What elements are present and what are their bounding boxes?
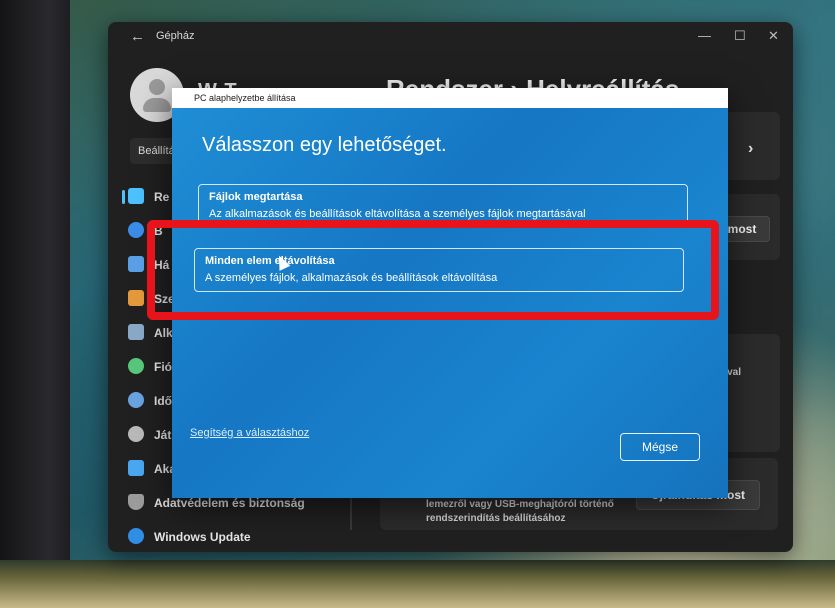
avatar-body-shape xyxy=(143,98,171,112)
sidebar-item-label: Idő xyxy=(154,394,172,408)
dialog-heading: Válasszon egy lehetőséget. xyxy=(202,134,447,156)
dialog-titlebar: PC alaphelyzetbe állítása xyxy=(172,88,728,108)
gaming-icon xyxy=(128,426,144,442)
option-description: Az alkalmazások és beállítások eltávolít… xyxy=(209,208,586,220)
time-language-icon xyxy=(128,392,144,408)
avatar-head-shape xyxy=(149,79,165,95)
windows-update-icon xyxy=(128,528,144,544)
bluetooth-icon xyxy=(128,222,144,238)
minimize-icon[interactable]: — xyxy=(698,28,711,43)
settings-titlebar: ← Gépház — ☐ ✕ xyxy=(108,22,793,54)
network-icon xyxy=(128,256,144,272)
sidebar-item-label: Ját xyxy=(154,428,172,442)
accessibility-icon xyxy=(128,460,144,476)
privacy-shield-icon xyxy=(128,494,144,510)
active-indicator xyxy=(122,190,125,204)
sidebar-item-windows-update[interactable]: Windows Update xyxy=(122,520,342,552)
app-title: Gépház xyxy=(156,30,195,42)
cancel-button[interactable]: Mégse xyxy=(620,433,700,461)
red-highlight-box xyxy=(147,220,719,320)
personalization-icon xyxy=(128,290,144,306)
desk-surface xyxy=(0,560,835,608)
option-title: Fájlok megtartása xyxy=(209,191,303,203)
monitor-bezel xyxy=(0,0,70,608)
accounts-icon xyxy=(128,358,144,374)
apps-icon xyxy=(128,324,144,340)
dialog-title: PC alaphelyzetbe állítása xyxy=(194,93,296,103)
back-arrow-icon[interactable]: ← xyxy=(130,28,145,45)
system-icon xyxy=(128,188,144,204)
sidebar-item-label: Alk xyxy=(154,326,173,340)
help-link[interactable]: Segítség a választáshoz xyxy=(190,427,309,439)
close-icon[interactable]: ✕ xyxy=(768,28,779,44)
sidebar-item-label: Fió xyxy=(154,360,172,374)
sidebar-item-label: Adatvédelem és biztonság xyxy=(154,496,305,510)
maximize-icon[interactable]: ☐ xyxy=(734,28,746,44)
chevron-right-icon: › xyxy=(748,140,754,157)
sidebar-item-label: Re xyxy=(154,190,170,204)
sidebar-item-label: Windows Update xyxy=(154,530,251,544)
